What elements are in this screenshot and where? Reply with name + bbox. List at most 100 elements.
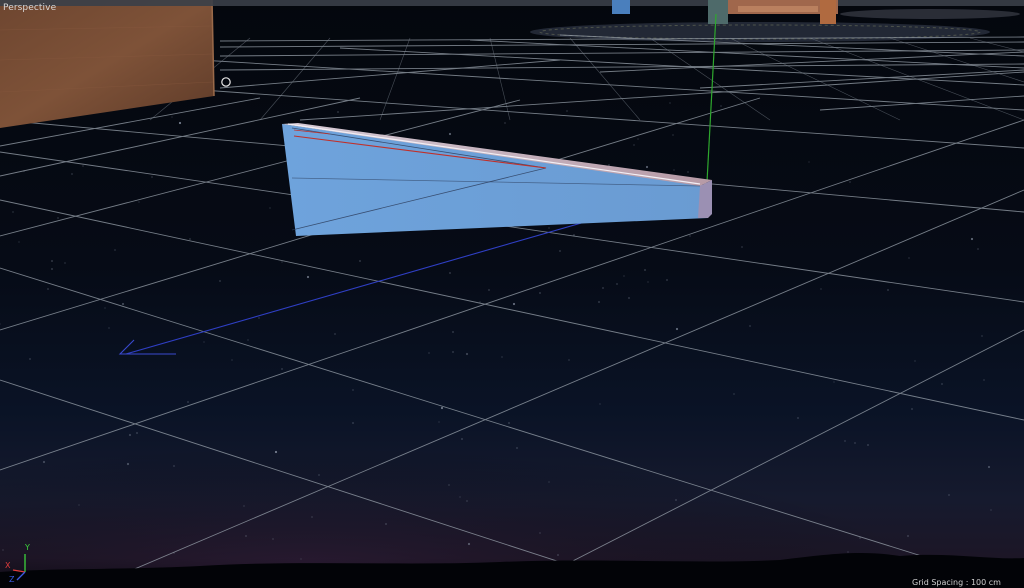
star-dot	[628, 297, 630, 299]
star-dot	[479, 301, 481, 303]
star-dot	[51, 268, 53, 270]
star-dot	[849, 181, 851, 183]
circle-cursor-icon	[221, 77, 231, 87]
star-dot	[272, 538, 274, 540]
brick-wall-object[interactable]	[0, 0, 214, 128]
viewport-scene[interactable]	[0, 0, 1024, 588]
star-dot	[281, 368, 283, 370]
star-dot	[318, 474, 320, 476]
star-dot	[907, 535, 909, 537]
star-dot	[599, 403, 601, 405]
star-dot	[219, 280, 221, 282]
star-dot	[359, 260, 361, 262]
star-dot	[987, 465, 991, 469]
star-dot	[941, 383, 943, 385]
star-dot	[452, 351, 454, 353]
star-dot	[128, 433, 132, 437]
star-dot	[114, 249, 116, 251]
star-dot	[666, 279, 668, 281]
star-dot	[602, 287, 604, 289]
star-dot	[78, 504, 80, 506]
star-dot	[539, 292, 541, 294]
star-dot	[428, 352, 430, 354]
star-dot	[82, 165, 84, 167]
star-dot	[121, 302, 125, 306]
star-dot	[887, 289, 889, 291]
star-dot	[29, 358, 31, 360]
star-dot	[231, 359, 233, 361]
star-dot	[438, 421, 440, 423]
star-dot	[51, 260, 53, 262]
star-dot	[281, 261, 283, 263]
view-name-label[interactable]: Perspective	[3, 3, 56, 13]
star-dot	[203, 341, 205, 343]
star-dot	[647, 281, 649, 283]
star-dot	[178, 121, 182, 125]
distant-rug-2	[840, 9, 1020, 19]
star-dot	[173, 465, 175, 467]
star-dot	[504, 122, 506, 124]
star-dot	[448, 484, 450, 486]
star-dot	[452, 331, 454, 333]
star-dot	[981, 335, 983, 337]
star-dot	[57, 217, 59, 219]
top-strip	[0, 0, 1024, 6]
star-dot	[566, 110, 568, 112]
star-dot	[908, 257, 910, 259]
star-dot	[645, 165, 649, 169]
star-dot	[749, 325, 751, 327]
star-dot	[461, 438, 463, 440]
star-dot	[568, 359, 570, 361]
star-dot	[616, 283, 618, 285]
star-dot	[448, 132, 452, 136]
star-dot	[623, 275, 625, 277]
wedge-object[interactable]	[282, 123, 712, 236]
star-dot	[687, 171, 689, 173]
star-dot	[970, 237, 974, 241]
star-dot	[516, 447, 518, 449]
star-dot	[334, 333, 336, 335]
star-dot	[104, 307, 106, 309]
star-dot	[300, 558, 302, 560]
star-dot	[512, 302, 516, 306]
star-dot	[914, 360, 916, 362]
star-dot	[689, 235, 691, 237]
distant-post-object[interactable]	[708, 0, 728, 24]
star-dot	[983, 379, 985, 381]
distant-leg-object[interactable]	[820, 0, 836, 24]
star-dot	[559, 250, 561, 252]
star-dot	[797, 417, 799, 419]
distant-blue-object[interactable]	[612, 0, 630, 14]
star-dot	[833, 381, 835, 383]
star-dot	[18, 241, 20, 243]
3d-viewport[interactable]: Perspective Y X Z Grid Spacing : 100 cm	[0, 0, 1024, 588]
gizmo-z-label: Z	[9, 575, 15, 584]
axis-gizmo: Y X Z	[5, 543, 30, 584]
star-dot	[71, 173, 73, 175]
star-dot	[171, 116, 173, 118]
star-dot	[548, 227, 550, 229]
grid-spacing-label: Grid Spacing : 100 cm	[912, 578, 1001, 587]
star-dot	[501, 356, 503, 358]
star-dot	[854, 442, 856, 444]
star-dot	[598, 301, 600, 303]
star-dot	[258, 317, 260, 319]
star-dot	[844, 440, 846, 442]
gizmo-z-line	[16, 571, 26, 581]
star-dot	[138, 201, 140, 203]
gizmo-y-label: Y	[24, 543, 30, 552]
star-dot	[269, 207, 271, 209]
star-dot	[488, 289, 490, 291]
distant-bench-top	[738, 6, 818, 12]
star-dot	[352, 389, 354, 391]
star-dot	[245, 535, 247, 537]
star-dot	[637, 138, 639, 140]
star-dot	[820, 288, 822, 290]
star-dot	[466, 500, 468, 502]
star-dot	[977, 248, 979, 250]
star-dot	[126, 462, 130, 466]
star-dot	[539, 532, 541, 534]
star-dot	[608, 164, 610, 166]
star-dot	[440, 406, 444, 410]
star-dot	[247, 339, 249, 341]
